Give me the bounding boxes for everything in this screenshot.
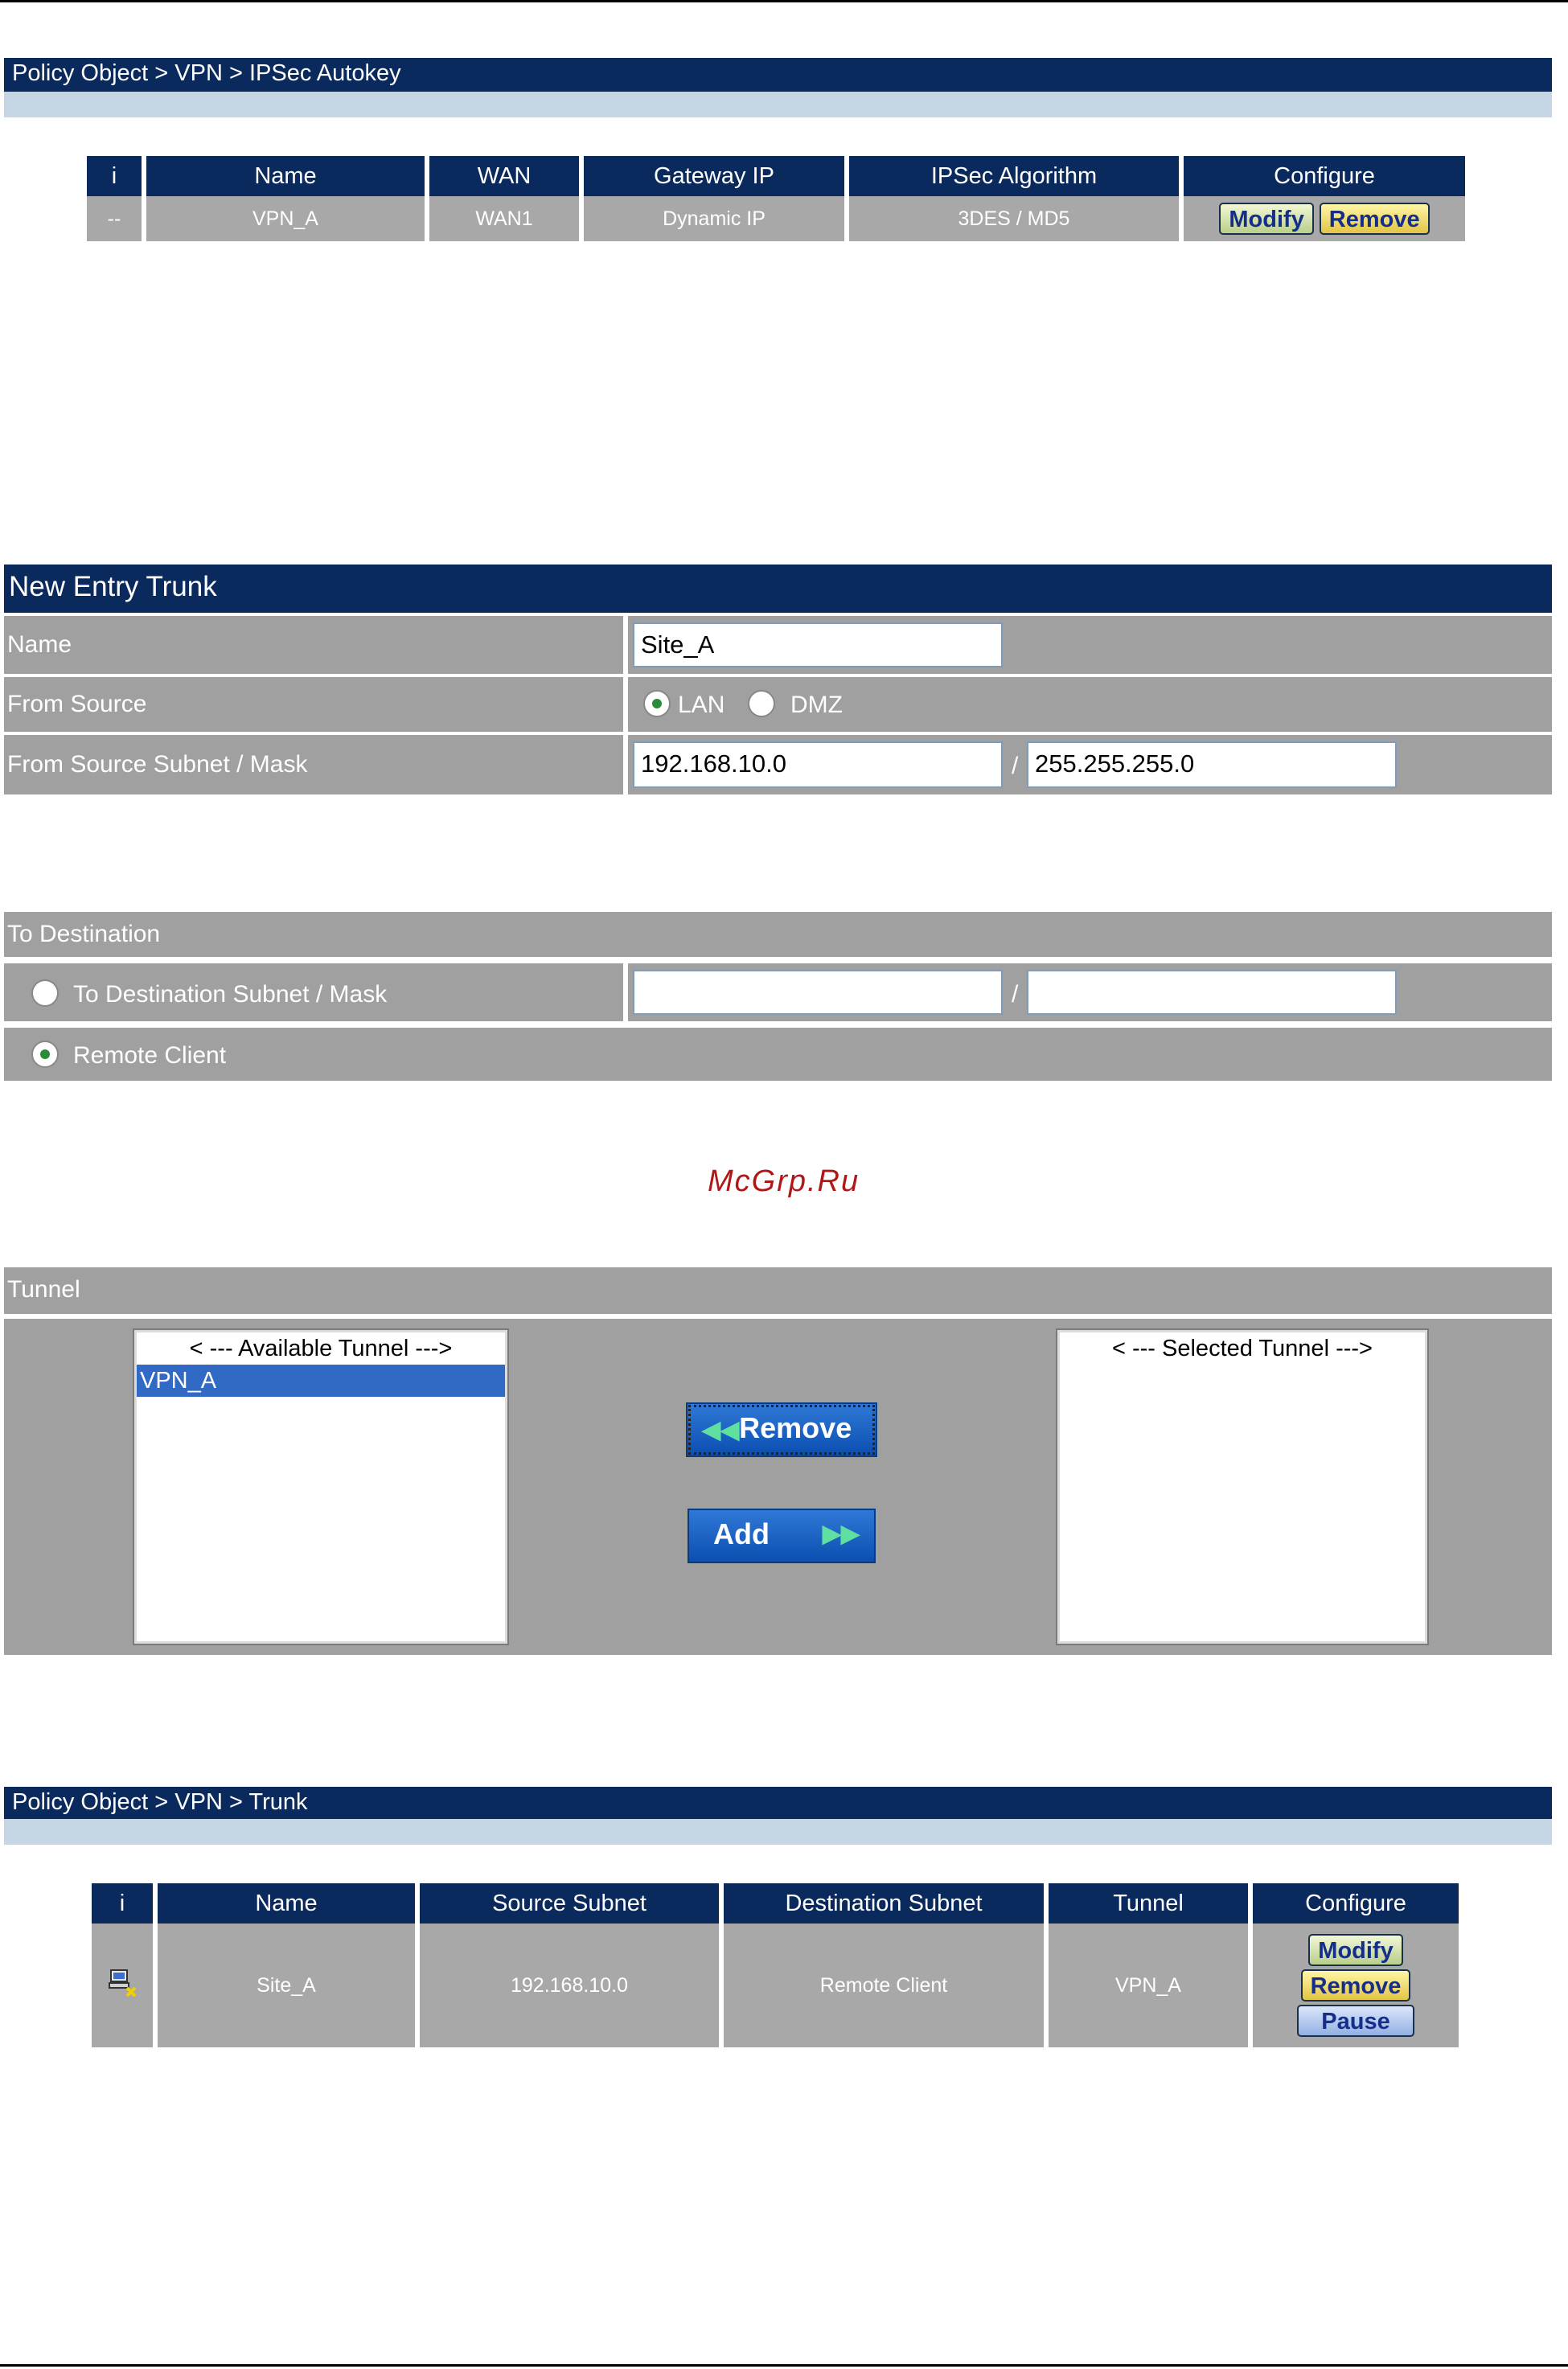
top-rule bbox=[0, 0, 1568, 2]
name-row: Name Site_A bbox=[4, 616, 1552, 674]
table-row: -- VPN_A WAN1 Dynamic IP 3DES / MD5 Modi… bbox=[87, 196, 1465, 241]
source-subnet-input[interactable]: 192.168.10.0 bbox=[633, 741, 1003, 788]
tunnel-remove-button[interactable]: ◀◀Remove bbox=[686, 1402, 877, 1457]
col-header-wan: WAN bbox=[429, 156, 579, 196]
cell-tunnel: VPN_A bbox=[1049, 1924, 1248, 2047]
autokey-breadcrumb: Policy Object > VPN > IPSec Autokey bbox=[4, 58, 1552, 92]
trunk-remove-button[interactable]: Remove bbox=[1300, 1969, 1411, 2002]
trunk-modify-button[interactable]: Modify bbox=[1308, 1934, 1403, 1966]
watermark: McGrp.Ru bbox=[708, 1164, 860, 1198]
double-arrow-right-icon: ▶▶ bbox=[822, 1521, 860, 1547]
tunnel-remove-label: Remove bbox=[739, 1411, 852, 1444]
remote-client-row: Remote Client bbox=[4, 1028, 1552, 1081]
cell-algorithm: 3DES / MD5 bbox=[849, 196, 1179, 241]
selected-tunnel-header: < --- Selected Tunnel ---> bbox=[1112, 1336, 1373, 1361]
trunk-breadcrumb: Policy Object > VPN > Trunk bbox=[4, 1787, 1552, 1819]
col-header-i: i bbox=[87, 156, 142, 196]
cell-name: Site_A bbox=[158, 1924, 415, 2047]
source-mask-input[interactable]: 255.255.255.0 bbox=[1027, 741, 1397, 788]
trunk-pause-button[interactable]: Pause bbox=[1297, 2005, 1414, 2037]
dest-mask-slash: / bbox=[1012, 981, 1019, 1008]
col-header-tunnel: Tunnel bbox=[1049, 1883, 1248, 1924]
name-input[interactable]: Site_A bbox=[633, 622, 1003, 667]
dest-subnet-radio[interactable] bbox=[31, 979, 59, 1007]
tunnel-add-button[interactable]: Add ▶▶ bbox=[688, 1509, 876, 1563]
col-header-gateway-ip: Gateway IP bbox=[584, 156, 844, 196]
network-computer-icon bbox=[106, 1967, 138, 1999]
col-header-configure: Configure bbox=[1184, 156, 1465, 196]
tunnel-title: Tunnel bbox=[4, 1267, 1552, 1314]
subnet-mask-slash: / bbox=[1012, 753, 1019, 779]
cell-configure: Modify Remove bbox=[1184, 196, 1465, 241]
source-lan-label: LAN bbox=[678, 692, 725, 718]
cell-wan: WAN1 bbox=[429, 196, 579, 241]
remove-button[interactable]: Remove bbox=[1319, 203, 1430, 235]
list-item[interactable]: VPN_A bbox=[137, 1365, 505, 1397]
dest-subnet-label: To Destination Subnet / Mask bbox=[73, 981, 388, 1008]
remote-client-label: Remote Client bbox=[73, 1042, 227, 1069]
modify-button[interactable]: Modify bbox=[1219, 203, 1314, 235]
trunk-table: i Name Source Subnet Destination Subnet … bbox=[87, 1883, 1463, 2047]
col-header-source-subnet: Source Subnet bbox=[420, 1883, 719, 1924]
cell-name: VPN_A bbox=[146, 196, 425, 241]
source-subnet-row: From Source Subnet / Mask 192.168.10.0 /… bbox=[4, 735, 1552, 794]
available-tunnel-header: < --- Available Tunnel ---> bbox=[189, 1336, 453, 1361]
dest-mask-input[interactable] bbox=[1027, 970, 1397, 1015]
source-dmz-radio[interactable] bbox=[748, 690, 775, 717]
remote-client-radio[interactable] bbox=[31, 1041, 59, 1068]
bottom-rule bbox=[0, 2364, 1568, 2367]
cell-configure: Modify Remove Pause bbox=[1253, 1924, 1459, 2047]
double-arrow-left-icon: ◀◀ bbox=[702, 1417, 740, 1443]
autokey-table: i Name WAN Gateway IP IPSec Algorithm Co… bbox=[82, 156, 1470, 241]
destination-title: To Destination bbox=[4, 912, 1552, 957]
trunk-header-row: i Name Source Subnet Destination Subnet … bbox=[92, 1883, 1459, 1924]
cell-gateway-ip: Dynamic IP bbox=[584, 196, 844, 241]
tunnel-add-label: Add bbox=[713, 1517, 770, 1550]
cell-i: -- bbox=[87, 196, 142, 241]
trunk-strip bbox=[4, 1819, 1552, 1845]
source-dmz-label: DMZ bbox=[790, 692, 843, 718]
from-source-label: From Source bbox=[7, 691, 147, 717]
cell-icon bbox=[92, 1924, 153, 2047]
name-label: Name bbox=[7, 631, 72, 658]
col-header-name: Name bbox=[146, 156, 425, 196]
dest-subnet-input[interactable] bbox=[633, 970, 1003, 1015]
autokey-header-row: i Name WAN Gateway IP IPSec Algorithm Co… bbox=[87, 156, 1465, 196]
source-subnet-label: From Source Subnet / Mask bbox=[7, 751, 308, 778]
col-header-ipsec-algorithm: IPSec Algorithm bbox=[849, 156, 1179, 196]
from-source-row: From Source LAN DMZ bbox=[4, 677, 1552, 732]
col-header-i: i bbox=[92, 1883, 153, 1924]
col-header-name: Name bbox=[158, 1883, 415, 1924]
tunnel-panel: < --- Available Tunnel ---> VPN_A ◀◀Remo… bbox=[4, 1319, 1552, 1655]
available-tunnel-list[interactable]: < --- Available Tunnel ---> VPN_A bbox=[133, 1328, 509, 1645]
cell-source-subnet: 192.168.10.0 bbox=[420, 1924, 719, 2047]
dest-subnet-row: To Destination Subnet / Mask / bbox=[4, 963, 1552, 1021]
cell-destination-subnet: Remote Client bbox=[724, 1924, 1044, 2047]
table-row: Site_A 192.168.10.0 Remote Client VPN_A … bbox=[92, 1924, 1459, 2047]
source-lan-radio[interactable] bbox=[643, 690, 671, 717]
col-header-destination-subnet: Destination Subnet bbox=[724, 1883, 1044, 1924]
selected-tunnel-list[interactable]: < --- Selected Tunnel ---> bbox=[1056, 1328, 1429, 1645]
autokey-strip bbox=[4, 92, 1552, 117]
col-header-configure: Configure bbox=[1253, 1883, 1459, 1924]
new-entry-title: New Entry Trunk bbox=[4, 565, 1552, 613]
